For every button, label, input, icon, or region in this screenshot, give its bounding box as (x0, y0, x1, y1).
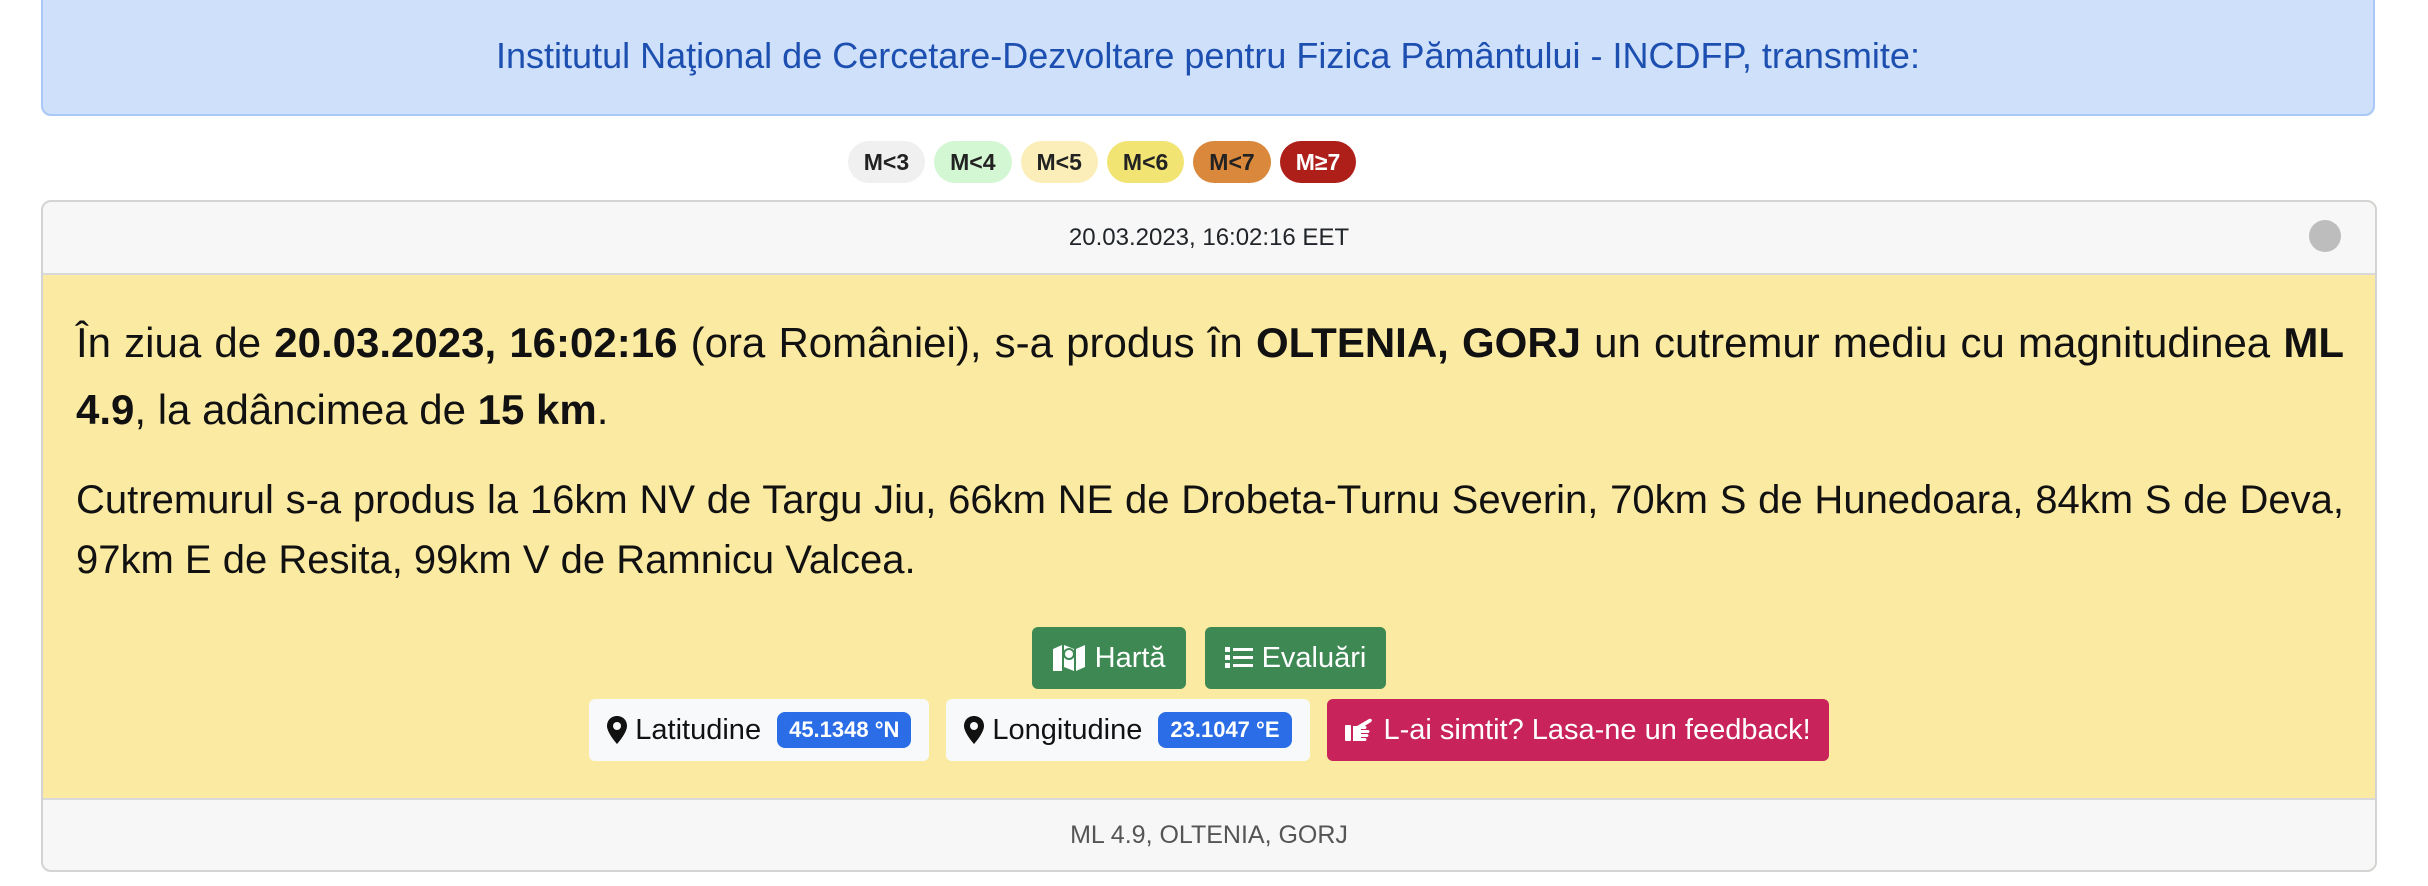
hand-pointer-icon (1344, 717, 1375, 743)
legend-m5: M<5 (1020, 141, 1098, 183)
summary-datetime: 20.03.2023, 16:02:16 (274, 319, 678, 366)
summary-text: În ziua de (76, 319, 275, 366)
action-row: Hartă Evaluări (43, 627, 2375, 689)
map-button[interactable]: Hartă (1031, 627, 1186, 689)
list-icon (1224, 645, 1253, 671)
longitude-field: Longitudine 23.1047 °E (946, 699, 1310, 761)
map-button-label: Hartă (1094, 641, 1166, 674)
legend-m3: M<3 (847, 141, 926, 183)
latitude-field: Latitudine 45.1348 °N (589, 699, 930, 761)
card-header: 20.03.2023, 16:02:16 EET (43, 202, 2375, 275)
evaluations-button[interactable]: Evaluări (1204, 627, 1387, 689)
summary-depth: 15 km (477, 386, 597, 433)
summary-text: , la adâncimea de (134, 386, 478, 433)
map-icon (1052, 643, 1086, 673)
legend-m7: M<7 (1193, 141, 1271, 183)
legend-m-ge7: M≥7 (1279, 141, 1357, 183)
card-footer: ML 4.9, OLTENIA, GORJ (43, 798, 2375, 870)
legend-m4: M<4 (934, 141, 1012, 183)
feedback-button-label: L-ai simtit? Lasa-ne un feedback! (1383, 713, 1811, 746)
summary-text: . (596, 386, 609, 433)
feedback-button[interactable]: L-ai simtit? Lasa-ne un feedback! (1326, 699, 1829, 761)
summary-region: OLTENIA, GORJ (1255, 319, 1582, 366)
event-timestamp: 20.03.2023, 16:02:16 EET (1068, 223, 1350, 251)
map-pin-icon (964, 716, 985, 744)
summary-text: un cutremur mediu cu magnitudinea (1581, 319, 2284, 366)
evaluations-button-label: Evaluări (1261, 641, 1367, 674)
earthquake-card: 20.03.2023, 16:02:16 EET În ziua de 20.0… (41, 200, 2377, 872)
status-indicator (2309, 220, 2341, 252)
card-body: În ziua de 20.03.2023, 16:02:16 (ora Rom… (76, 273, 2344, 590)
coordinates-row: Latitudine 45.1348 °N Longitudine 23.104… (43, 699, 2375, 761)
longitude-label: Longitudine (992, 713, 1143, 746)
banner-text: Institutul Naţional de Cercetare-Dezvolt… (496, 35, 1920, 76)
latitude-value: 45.1348 °N (777, 712, 912, 748)
map-pin-icon (607, 716, 628, 744)
summary-text: (ora României), s-a produs în (677, 319, 1256, 366)
event-distances: Cutremurul s-a produs la 16km NV de Targ… (76, 478, 2344, 582)
longitude-value: 23.1047 °E (1158, 712, 1292, 748)
legend-m6: M<6 (1106, 141, 1185, 183)
institute-banner: Institutul Naţional de Cercetare-Dezvolt… (41, 0, 2375, 116)
event-summary: În ziua de 20.03.2023, 16:02:16 (ora Rom… (76, 309, 2344, 443)
footer-summary: ML 4.9, OLTENIA, GORJ (1070, 820, 1348, 849)
latitude-label: Latitudine (635, 713, 762, 746)
magnitude-legend: M<3 M<4 M<5 M<6 M<7 M≥7 (0, 141, 2316, 183)
